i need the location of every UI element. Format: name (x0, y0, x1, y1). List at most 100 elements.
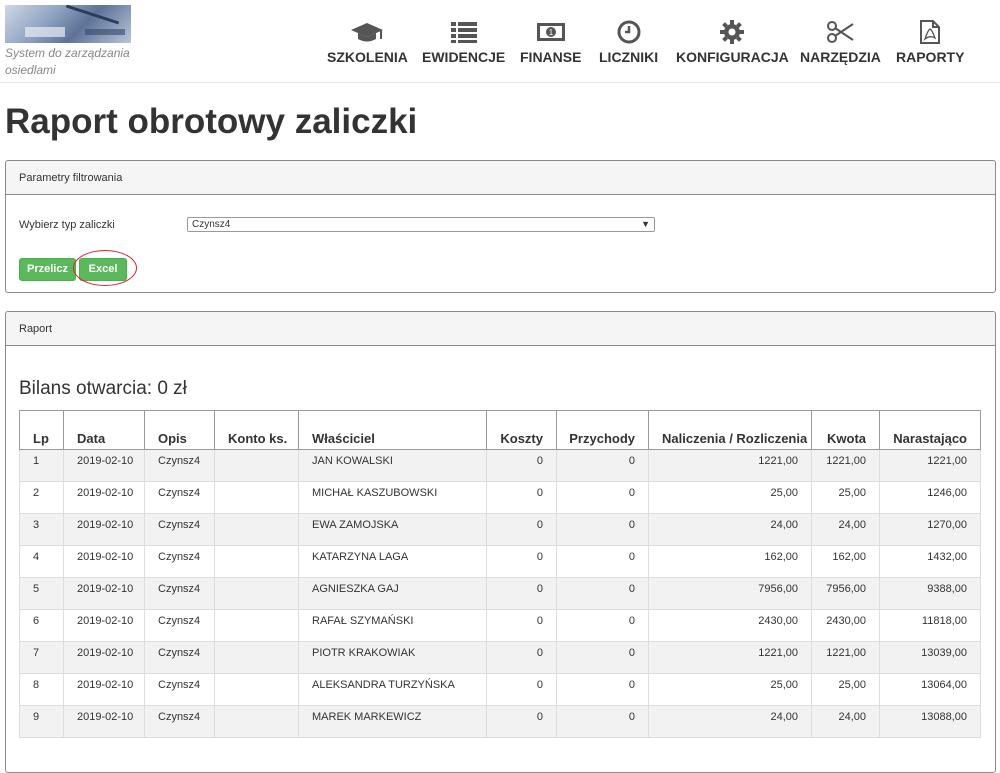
nav-item-narzedzia[interactable]: NARZĘDZIA (800, 20, 881, 65)
type-select[interactable]: Czynsz4 ▼ (187, 217, 655, 232)
cell-lp: 7 (19, 641, 64, 674)
cell-naliczenia: 25,00 (648, 481, 812, 514)
cell-kwota: 1221,00 (811, 641, 880, 674)
cell-wlasciciel: MAREK MARKEWICZ (298, 705, 487, 738)
cell-opis: Czynsz4 (144, 705, 215, 738)
page-title: Raport obrotowy zaliczki (5, 102, 418, 141)
cell-przychody: 0 (556, 481, 649, 514)
table-row: 4 2019-02-10 Czynsz4 KATARZYNA LAGA 0 0 162,00… (19, 545, 981, 578)
cell-opis: Czynsz4 (144, 641, 215, 674)
cell-konto (214, 577, 299, 610)
col-data[interactable]: Data (63, 410, 145, 450)
report-table: Lp Data Opis Konto ks. Właściciel Koszty… (19, 410, 981, 738)
col-kwota[interactable]: Kwota (811, 410, 880, 450)
table-row: 8 2019-02-10 Czynsz4 ALEKSANDRA TURZYŃSKA 0 0… (19, 673, 981, 706)
cell-narastajaco: 1246,00 (879, 481, 981, 514)
clock-icon (617, 20, 641, 44)
cell-data: 2019-02-10 (63, 449, 145, 482)
nav-item-finanse[interactable]: 1 FINANSE (520, 20, 581, 65)
cell-narastajaco: 13064,00 (879, 673, 981, 706)
cell-opis: Czynsz4 (144, 481, 215, 514)
nav-label: EWIDENCJE (422, 49, 506, 65)
table-row: 3 2019-02-10 Czynsz4 EWA ZAMOJSKA 0 0 24,00 24,… (19, 513, 981, 546)
cell-opis: Czynsz4 (144, 609, 215, 642)
cell-data: 2019-02-10 (63, 513, 145, 546)
table-row: 5 2019-02-10 Czynsz4 AGNIESZKA GAJ 0 0 7956,00… (19, 577, 981, 610)
cell-data: 2019-02-10 (63, 705, 145, 738)
nav-label: FINANSE (520, 49, 582, 65)
report-panel: Raport Bilans otwarcia: 0 zł Lp Data Opi… (5, 311, 996, 773)
logo[interactable] (5, 5, 131, 43)
money-icon: 1 (536, 23, 565, 41)
cell-przychody: 0 (556, 577, 649, 610)
cell-lp: 8 (19, 673, 64, 706)
col-lp[interactable]: Lp (19, 410, 64, 450)
cell-naliczenia: 1221,00 (648, 449, 812, 482)
cell-kwota: 162,00 (811, 545, 880, 578)
nav-label: NARZĘDZIA (800, 49, 881, 65)
graduation-cap-icon (351, 23, 384, 42)
nav-item-szkolenia[interactable]: SZKOLENIA (327, 20, 408, 65)
col-opis[interactable]: Opis (144, 410, 215, 450)
cell-narastajaco: 11818,00 (879, 609, 981, 642)
cell-koszty: 0 (486, 609, 557, 642)
cell-konto (214, 545, 299, 578)
cell-koszty: 0 (486, 513, 557, 546)
cell-lp: 6 (19, 609, 64, 642)
cell-narastajaco: 9388,00 (879, 577, 981, 610)
highlight-circle (73, 250, 137, 286)
cell-opis: Czynsz4 (144, 449, 215, 482)
cell-naliczenia: 24,00 (648, 513, 812, 546)
cell-naliczenia: 25,00 (648, 673, 812, 706)
cell-naliczenia: 1221,00 (648, 641, 812, 674)
cell-koszty: 0 (486, 545, 557, 578)
cell-przychody: 0 (556, 513, 649, 546)
cell-naliczenia: 7956,00 (648, 577, 812, 610)
nav-item-raporty[interactable]: RAPORTY (896, 20, 964, 65)
cell-przychody: 0 (556, 641, 649, 674)
cell-opis: Czynsz4 (144, 545, 215, 578)
gear-icon (720, 20, 745, 44)
cell-data: 2019-02-10 (63, 609, 145, 642)
cell-koszty: 0 (486, 673, 557, 706)
cell-przychody: 0 (556, 545, 649, 578)
col-koszty[interactable]: Koszty (486, 410, 557, 450)
cell-konto (214, 705, 299, 738)
nav-item-ewidencje[interactable]: EWIDENCJE (422, 20, 505, 65)
nav-item-liczniki[interactable]: LICZNIKI (599, 20, 658, 65)
cell-konto (214, 641, 299, 674)
col-wlasciciel[interactable]: Właściciel (298, 410, 487, 450)
type-label: Wybierz typ zaliczki (19, 219, 115, 231)
list-icon (450, 22, 477, 43)
dropdown-arrow-icon: ▼ (641, 219, 650, 229)
cell-lp: 4 (19, 545, 64, 578)
col-naliczenia[interactable]: Naliczenia / Rozliczenia (648, 410, 812, 450)
table-header-row: Lp Data Opis Konto ks. Właściciel Koszty… (19, 410, 981, 450)
cell-kwota: 25,00 (811, 673, 880, 706)
cell-data: 2019-02-10 (63, 673, 145, 706)
cell-przychody: 0 (556, 449, 649, 482)
top-header: System do zarządzania osiedlami SZKOLENI… (0, 0, 1000, 83)
cell-konto (214, 513, 299, 546)
cell-naliczenia: 24,00 (648, 705, 812, 738)
filter-panel-heading: Parametry filtrowania (6, 161, 995, 195)
przelicz-button[interactable]: Przelicz (19, 258, 76, 281)
col-narastajaco[interactable]: Narastająco (879, 410, 981, 450)
cell-data: 2019-02-10 (63, 481, 145, 514)
cell-kwota: 24,00 (811, 513, 880, 546)
cell-naliczenia: 162,00 (648, 545, 812, 578)
col-przychody[interactable]: Przychody (556, 410, 649, 450)
cell-przychody: 0 (556, 705, 649, 738)
cell-opis: Czynsz4 (144, 513, 215, 546)
cell-koszty: 0 (486, 641, 557, 674)
cell-koszty: 0 (486, 449, 557, 482)
cell-narastajaco: 1432,00 (879, 545, 981, 578)
cell-wlasciciel: AGNIESZKA GAJ (298, 577, 487, 610)
nav-label: SZKOLENIA (327, 49, 408, 65)
cell-lp: 3 (19, 513, 64, 546)
nav-item-konfiguracja[interactable]: KONFIGURACJA (676, 20, 789, 65)
cell-konto (214, 609, 299, 642)
table-row: 6 2019-02-10 Czynsz4 RAFAŁ SZYMAŃSKI 0 0 2430,… (19, 609, 981, 642)
col-konto[interactable]: Konto ks. (214, 410, 299, 450)
cell-kwota: 7956,00 (811, 577, 880, 610)
